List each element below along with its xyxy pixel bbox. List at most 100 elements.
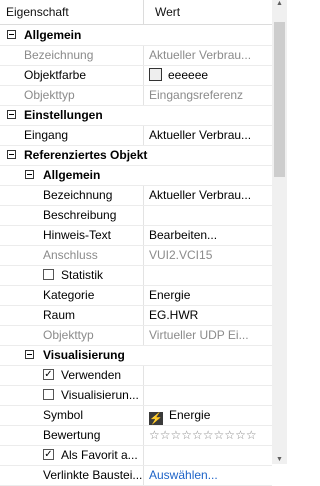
property-label: Als Favorit a... [61,448,138,462]
property-name-cell[interactable]: Objekttyp [0,326,144,345]
property-value-cell[interactable]: Bearbeiten... [149,226,271,245]
select-link[interactable]: Auswählen... [149,468,218,482]
property-name-cell[interactable]: Objekttyp [0,86,144,105]
property-value-cell[interactable] [149,446,271,465]
property-name-cell[interactable]: Hinweis-Text [0,226,144,245]
property-label: Hinweis-Text [43,228,112,242]
category-row[interactable]: Allgemein [0,166,272,186]
property-name-cell[interactable]: ✓ Als Favorit a... [0,446,144,465]
collapse-toggle-icon[interactable] [7,150,16,159]
category-row[interactable]: Einstellungen [0,106,272,126]
property-label: Objekttyp [43,328,94,342]
property-value-cell[interactable]: Auswählen... [149,466,271,485]
property-value-cell[interactable]: EG.HWR [149,306,271,325]
property-value-cell[interactable]: ☆☆☆☆☆☆☆☆☆☆ [149,426,271,445]
property-value: Aktueller Verbrau... [149,188,252,202]
checkbox[interactable]: ✓ [43,369,54,380]
property-row[interactable]: Beschreibung [0,206,272,226]
property-row[interactable]: Objektfarbe eeeeee [0,66,272,86]
category-label: Allgemein [43,168,101,182]
property-row[interactable]: ✓ Verwenden [0,366,272,386]
property-row[interactable]: Hinweis-Text Bearbeiten... [0,226,272,246]
property-row[interactable]: Statistik [0,266,272,286]
property-row[interactable]: Verlinkte Baustei... Auswählen... [0,466,272,486]
header-value[interactable]: Wert [144,0,272,24]
scroll-thumb[interactable] [274,22,285,177]
category-row[interactable]: Visualisierung [0,346,272,366]
property-row[interactable]: Visualisierun... [0,386,272,406]
property-rows: Allgemein Bezeichnung Aktueller Verbrau...… [0,26,272,486]
property-value-cell[interactable]: ⚡ Energie [149,406,271,425]
property-name-cell[interactable]: Symbol [0,406,144,425]
scroll-up-icon[interactable]: ▲ [272,0,287,8]
property-name-cell[interactable]: Kategorie [0,286,144,305]
property-row[interactable]: Objekttyp Eingangsreferenz [0,86,272,106]
category-header[interactable]: Einstellungen [0,106,272,125]
property-row[interactable]: ✓ Als Favorit a... [0,446,272,466]
property-row[interactable]: Anschluss VUI2.VCI15 [0,246,272,266]
header-property[interactable]: Eigenschaft [0,0,144,24]
collapse-toggle-icon[interactable] [7,110,16,119]
property-name-cell[interactable]: Anschluss [0,246,144,265]
property-grid: Eigenschaft Wert Allgemein Bezeichnung Akt… [0,0,287,486]
property-label: Objekttyp [24,88,75,102]
property-name-cell[interactable]: Verlinkte Baustei... [0,466,144,485]
property-value-cell[interactable]: Aktueller Verbrau... [149,186,271,205]
property-value: Aktueller Verbrau... [149,128,252,142]
checkbox[interactable] [43,389,54,400]
property-name-cell[interactable]: Eingang [0,126,144,145]
property-name-cell[interactable]: Bewertung [0,426,144,445]
category-header[interactable]: Allgemein [0,166,272,185]
scroll-down-icon[interactable]: ▼ [272,456,287,464]
property-name-cell[interactable]: Objektfarbe [0,66,144,85]
property-row[interactable]: Kategorie Energie [0,286,272,306]
rating-stars[interactable]: ☆☆☆☆☆☆☆☆☆☆ [149,428,257,442]
property-row[interactable]: Bewertung ☆☆☆☆☆☆☆☆☆☆ [0,426,272,446]
property-row[interactable]: Objekttyp Virtueller UDP Ei... [0,326,272,346]
checkbox[interactable] [43,269,54,280]
property-row[interactable]: Bezeichnung Aktueller Verbrau... [0,46,272,66]
property-value: Energie [169,408,211,422]
property-name-cell[interactable]: ✓ Verwenden [0,366,144,385]
collapse-toggle-icon[interactable] [7,30,16,39]
property-row[interactable]: Bezeichnung Aktueller Verbrau... [0,186,272,206]
property-name-cell[interactable]: Bezeichnung [0,46,144,65]
property-row[interactable]: Raum EG.HWR [0,306,272,326]
property-value-cell[interactable]: eeeeee [149,66,271,85]
property-label: Beschreibung [43,208,117,222]
property-value: Energie [149,288,191,302]
property-label: Raum [43,308,76,322]
category-row[interactable]: Referenziertes Objekt [0,146,272,166]
property-value-cell: VUI2.VCI15 [149,246,271,265]
property-label: Anschluss [43,248,98,262]
category-row[interactable]: Allgemein [0,26,272,46]
color-swatch[interactable] [149,68,162,81]
category-header[interactable]: Referenziertes Objekt [0,146,272,165]
property-name-cell[interactable]: Bezeichnung [0,186,144,205]
property-label: Verwenden [61,368,122,382]
vertical-scrollbar[interactable]: ▲ ▼ [272,0,287,464]
property-value-cell[interactable] [149,266,271,285]
property-row[interactable]: Eingang Aktueller Verbrau... [0,126,272,146]
property-value-cell[interactable] [149,366,271,385]
property-value-cell[interactable]: Energie [149,286,271,305]
category-label: Referenziertes Objekt [24,148,148,162]
collapse-toggle-icon[interactable] [25,170,34,179]
property-value-cell[interactable] [149,206,271,225]
property-value-cell[interactable]: Aktueller Verbrau... [149,126,271,145]
property-value-cell[interactable] [149,386,271,405]
property-label: Visualisierun... [61,388,139,402]
checkbox[interactable]: ✓ [43,449,54,460]
grid-header: Eigenschaft Wert [0,0,272,25]
category-header[interactable]: Visualisierung [0,346,272,365]
property-label: Statistik [61,268,104,282]
property-name-cell[interactable]: Beschreibung [0,206,144,225]
collapse-toggle-icon[interactable] [25,350,34,359]
property-value-cell: Virtueller UDP Ei... [149,326,271,345]
property-row[interactable]: Symbol ⚡ Energie [0,406,272,426]
property-name-cell[interactable]: Visualisierun... [0,386,144,405]
category-header[interactable]: Allgemein [0,26,272,45]
property-name-cell[interactable]: Statistik [0,266,144,285]
property-name-cell[interactable]: Raum [0,306,144,325]
property-value: eeeeee [168,68,209,82]
